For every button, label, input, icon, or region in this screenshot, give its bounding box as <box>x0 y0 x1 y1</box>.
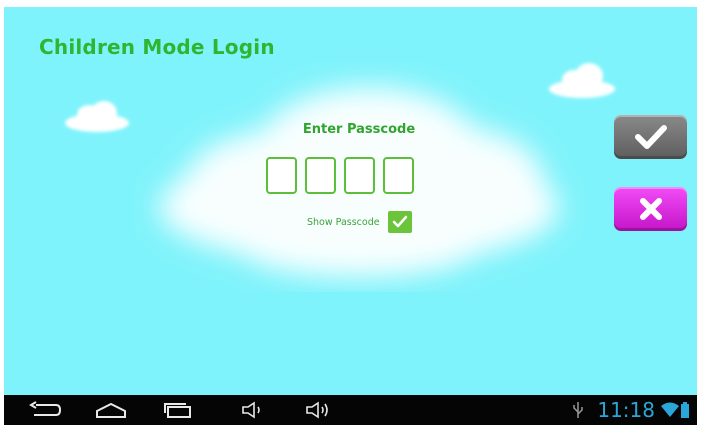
back-icon[interactable] <box>28 401 62 419</box>
passcode-digit-3[interactable] <box>344 157 375 194</box>
close-icon <box>639 198 662 220</box>
battery-icon <box>681 402 689 418</box>
cloud-decoration-small-left <box>65 101 129 132</box>
volume-down-icon[interactable] <box>240 401 268 419</box>
show-passcode-checkbox[interactable] <box>387 211 412 233</box>
confirm-button[interactable] <box>614 115 687 159</box>
home-icon[interactable] <box>94 401 128 419</box>
status-area: 11:18 <box>571 398 689 422</box>
recent-apps-icon[interactable] <box>162 401 194 419</box>
volume-up-icon[interactable] <box>304 401 338 419</box>
children-mode-login-screen: Children Mode Login Enter Passcode Show … <box>4 7 697 395</box>
cancel-button[interactable] <box>614 187 687 231</box>
page-title: Children Mode Login <box>39 35 275 59</box>
passcode-digit-1[interactable] <box>266 157 297 194</box>
show-passcode-row: Show Passcode <box>307 211 412 233</box>
checkmark-icon <box>392 215 407 228</box>
system-navigation-bar: 11:18 <box>4 395 697 425</box>
passcode-digit-2[interactable] <box>305 157 336 194</box>
passcode-digit-4[interactable] <box>383 157 414 194</box>
usb-icon <box>573 402 584 418</box>
status-clock: 11:18 <box>597 398 655 422</box>
cloud-decoration-small-right <box>549 63 615 98</box>
show-passcode-label: Show Passcode <box>307 216 380 228</box>
wifi-icon <box>661 402 679 417</box>
passcode-input-group <box>266 157 414 194</box>
check-icon <box>634 125 667 149</box>
passcode-label: Enter Passcode <box>302 122 416 137</box>
